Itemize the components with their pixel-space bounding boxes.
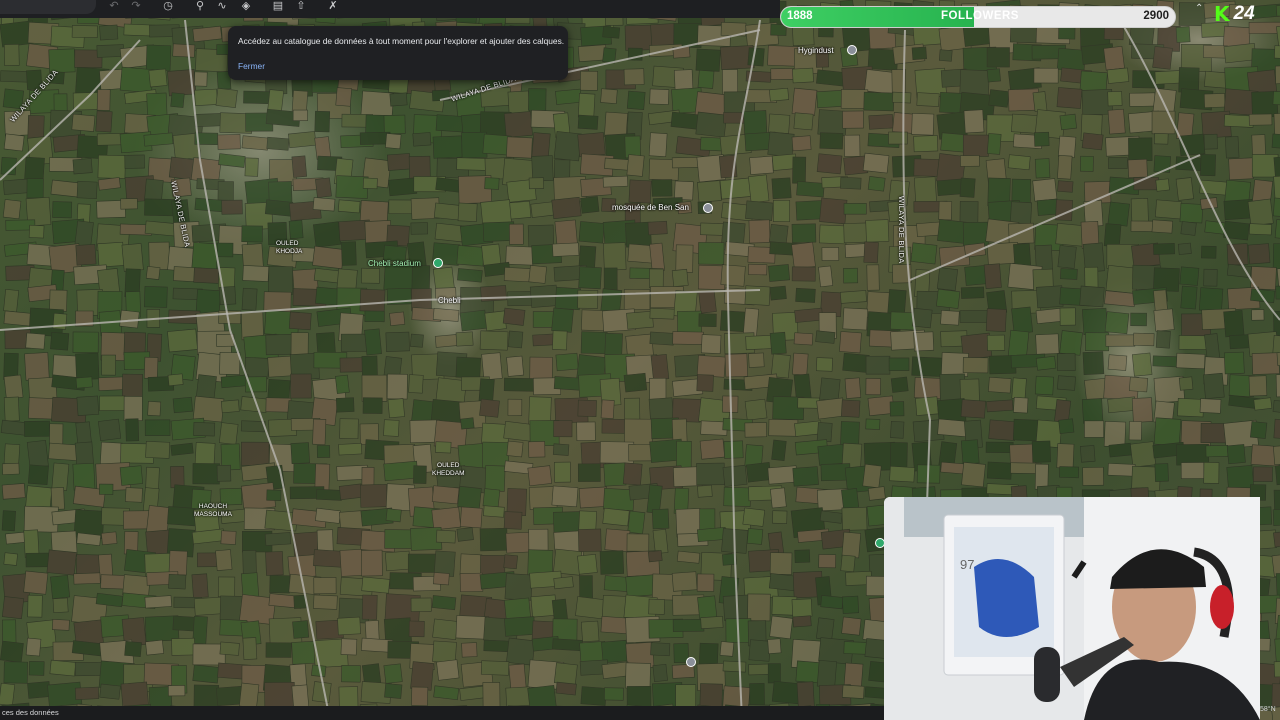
map-toolbar: ↶ ↷ ◷ ⚲ ∿ ◈ ▤ ⇧ ✗ xyxy=(0,0,780,18)
search-box[interactable] xyxy=(0,0,96,14)
layers-icon[interactable]: ◈ xyxy=(238,0,254,14)
image-icon[interactable]: ▤ xyxy=(270,0,286,14)
history-icon[interactable]: ◷ xyxy=(160,0,176,14)
data-catalog-tooltip: Accédez au catalogue de données à tout m… xyxy=(228,26,568,80)
place-pin-icon[interactable] xyxy=(703,203,713,213)
kick-logo: K 24 xyxy=(1214,2,1255,26)
webcam-overlay: 97 xyxy=(884,497,1260,720)
undo-icon[interactable]: ↶ xyxy=(106,0,122,14)
share-icon[interactable]: ⇧ xyxy=(293,0,309,14)
followers-current: 1888 xyxy=(787,10,813,22)
place-label[interactable]: OULED KHODJA xyxy=(276,240,302,256)
place-pin-icon[interactable] xyxy=(686,657,696,667)
streamer-camera: 97 xyxy=(884,497,1260,720)
followers-goal-bar: 1888 FOLLOWERS 2900 xyxy=(780,6,1176,28)
svg-text:97: 97 xyxy=(960,557,974,572)
path-icon[interactable]: ∿ xyxy=(214,0,230,14)
place-label[interactable]: OULED KHEDDAM xyxy=(432,462,465,478)
place-label[interactable]: Chebli xyxy=(438,296,461,305)
status-bar: ces des données xyxy=(0,706,884,720)
place-label[interactable]: Hygindust xyxy=(798,46,834,55)
place-label[interactable]: Chebli stadium xyxy=(368,259,421,268)
measure-icon[interactable]: ✗ xyxy=(325,0,341,14)
place-label[interactable]: HAOUCH MASSOUMA xyxy=(194,503,232,519)
coordinates-readout: 58°N xyxy=(1260,706,1276,713)
followers-goal: 2900 xyxy=(1143,10,1169,22)
redo-icon[interactable]: ↷ xyxy=(128,0,144,14)
place-label[interactable]: mosquée de Ben San xyxy=(612,203,689,212)
tooltip-message: Accédez au catalogue de données à tout m… xyxy=(238,36,565,46)
brand-number: 24 xyxy=(1233,3,1255,24)
chevron-up-icon[interactable]: ⌃ xyxy=(1195,3,1203,14)
kick-k-icon: K xyxy=(1214,2,1230,26)
followers-label: FOLLOWERS xyxy=(941,10,1019,22)
pin-icon[interactable]: ⚲ xyxy=(192,0,208,14)
place-pin-icon[interactable] xyxy=(847,45,857,55)
data-sources-link[interactable]: ces des données xyxy=(2,708,59,717)
road-label: WILAYA DE BLIDA xyxy=(897,196,906,264)
stadium-pin-icon[interactable] xyxy=(433,258,443,268)
tooltip-close-link[interactable]: Fermer xyxy=(238,61,265,71)
